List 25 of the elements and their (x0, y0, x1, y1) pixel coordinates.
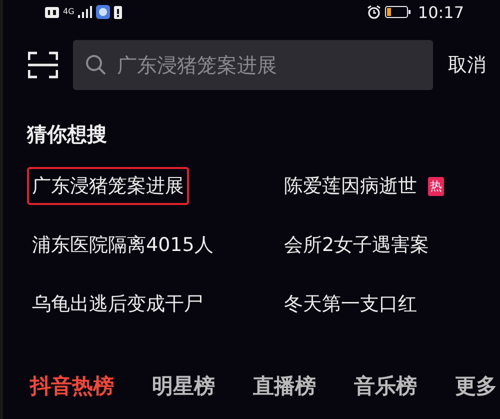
clock-time: 10:17 (418, 2, 464, 22)
suggestion-link[interactable]: 冬天第一支口红 (279, 285, 422, 323)
cancel-button[interactable]: 取消 (448, 52, 486, 78)
ranking-tab[interactable]: 音乐榜 (354, 372, 417, 400)
ranking-tab[interactable]: 直播榜 (253, 372, 316, 400)
notification-icon (114, 6, 122, 18)
hot-badge: 热 (428, 176, 444, 196)
scan-icon[interactable] (28, 51, 58, 79)
signal-icon (78, 6, 92, 18)
network-label: 4G (63, 8, 74, 16)
suggestion-link[interactable]: 广东浸猪笼案进展 (27, 167, 189, 205)
hd-icon (45, 6, 59, 18)
battery-icon (384, 6, 411, 18)
suggestion-link[interactable]: 乌龟出逃后变成干尸 (27, 285, 208, 323)
suggestion-link[interactable]: 浦东医院隔离4015人 (27, 226, 218, 264)
search-icon (85, 54, 107, 76)
ranking-tab[interactable]: 抖音热榜 (30, 372, 114, 400)
search-field[interactable]: 广东浸猪笼案进展 (73, 40, 433, 90)
music-app-icon (96, 5, 110, 19)
suggestion-link[interactable]: 陈爱莲因病逝世 (279, 167, 422, 205)
alarm-icon (366, 5, 381, 19)
ranking-tab[interactable]: 明星榜 (152, 372, 215, 400)
ranking-tab[interactable]: 更多 (455, 372, 497, 400)
section-title: 猜你想搜 (27, 121, 108, 148)
suggestion-link[interactable]: 会所2女子遇害案 (279, 226, 434, 264)
